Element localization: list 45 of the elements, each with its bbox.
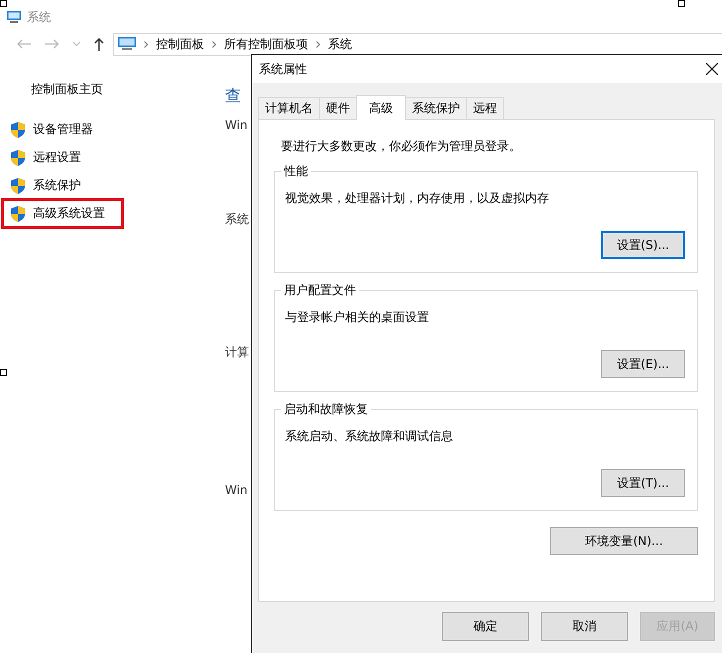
- breadcrumb[interactable]: 系统: [328, 36, 352, 52]
- group-title: 用户配置文件: [281, 282, 359, 299]
- environment-variables-button[interactable]: 环境变量(N)...: [550, 527, 698, 555]
- section-heading: Win: [225, 117, 248, 134]
- sidebar-link[interactable]: 远程设置: [1, 142, 124, 173]
- dialog-title: 系统属性: [259, 60, 307, 78]
- tab[interactable]: 高级: [356, 95, 406, 120]
- dialog-button[interactable]: 确定: [442, 612, 529, 641]
- resize-handle[interactable]: [678, 0, 685, 7]
- group-description: 视觉效果，处理器计划，内存使用，以及虚拟内存: [285, 190, 550, 207]
- sidebar-link[interactable]: 设备管理器: [1, 114, 124, 145]
- resize-handle[interactable]: [0, 369, 7, 376]
- chevron-icon: [316, 40, 320, 48]
- computer-icon: [118, 37, 136, 51]
- group-title: 性能: [281, 163, 311, 180]
- group-title: 启动和故障恢复: [281, 401, 371, 418]
- tab[interactable]: 计算机名: [258, 97, 320, 119]
- tab[interactable]: 远程: [466, 97, 504, 119]
- section-heading: 计算: [225, 344, 249, 361]
- page-heading: 查: [225, 85, 241, 107]
- chevron-icon: [212, 40, 216, 48]
- section-heading: Win: [225, 482, 248, 499]
- shield-icon: [11, 178, 25, 194]
- computer-icon: [7, 11, 21, 24]
- breadcrumb[interactable]: 所有控制面板项: [224, 36, 308, 52]
- breadcrumb[interactable]: 控制面板: [156, 36, 204, 52]
- group-description: 与登录帐户相关的桌面设置: [285, 309, 430, 326]
- section-heading: 系统: [225, 211, 249, 228]
- window-title: 系统: [27, 9, 51, 26]
- close-icon[interactable]: [706, 63, 718, 75]
- notice-text: 要进行大多数更改，你必须作为管理员登录。: [280, 138, 522, 155]
- shield-icon: [11, 150, 25, 166]
- sidebar-link[interactable]: 高级系统设置: [1, 198, 124, 229]
- group-description: 系统启动、系统故障和调试信息: [285, 428, 454, 445]
- settings-button[interactable]: 设置(T)...: [601, 469, 685, 497]
- sidebar-link[interactable]: 系统保护: [1, 170, 124, 201]
- chevron-icon: [144, 40, 148, 48]
- settings-button[interactable]: 设置(E)...: [601, 350, 685, 378]
- shield-icon: [11, 206, 25, 222]
- resize-handle[interactable]: [0, 0, 7, 7]
- dialog-button[interactable]: 取消: [541, 612, 628, 641]
- settings-button[interactable]: 设置(S)...: [601, 231, 685, 259]
- home-link[interactable]: 控制面板主页: [0, 81, 225, 98]
- shield-icon: [11, 122, 25, 138]
- up-arrow-icon[interactable]: [94, 38, 104, 50]
